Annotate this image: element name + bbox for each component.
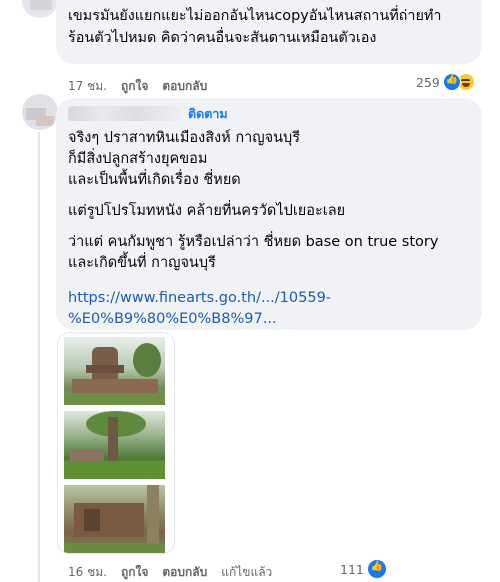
comment-bubble: ติดตาม จริงๆ ปราสาทหินเมืองสิงห์ กาญจนบุ… xyxy=(56,98,482,330)
comment-bubble: เขมรมันยังแยกแยะไม่ออกอันไหนcopyอันไหนสถ… xyxy=(56,0,482,64)
external-link[interactable]: https://www.finearts.go.th/.../10559- %E… xyxy=(68,288,470,330)
comment-text-line: ร้อนตัวไปหมด คิดว่าคนอื่นจะสันดานเหมือนต… xyxy=(68,30,377,46)
reaction-count: 111 xyxy=(340,561,364,577)
like-button[interactable]: ถูกใจ xyxy=(121,77,148,96)
ruins-tree-photo[interactable] xyxy=(64,411,165,479)
link-text-line[interactable]: %E0%B9%80%E0%B8%97... xyxy=(68,309,470,330)
commenter-avatar[interactable] xyxy=(22,94,58,130)
comment-paragraph: จริงๆ ปราสาทหินเมืองสิงห์ กาญจนบุรี ก็มี… xyxy=(68,128,470,191)
follow-button[interactable]: ติดตาม xyxy=(188,104,228,124)
thread-line xyxy=(38,132,40,582)
comment-paragraph: ว่าแต่ คนกัมพูชา รู้หรือเปล่าว่า ชี่หยด … xyxy=(68,232,470,274)
commenter-name-blurred[interactable] xyxy=(68,106,180,121)
photo-attachment[interactable] xyxy=(57,332,175,554)
reaction-count: 259 xyxy=(416,74,440,90)
ruins-wall-photo[interactable] xyxy=(64,485,165,553)
like-icon xyxy=(367,560,386,578)
commenter-avatar[interactable] xyxy=(22,0,58,18)
comment-text-line: และเป็นพื้นที่เกิดเรื่อง ชี่หยด xyxy=(68,172,241,188)
like-icon xyxy=(442,73,461,91)
comment-timestamp[interactable]: 17 ชม. xyxy=(68,77,107,96)
reaction-summary[interactable]: 111 xyxy=(340,560,386,578)
comment-text-line: ก็มีสิ่งปลูกสร้างยุคขอม xyxy=(68,151,208,167)
reaction-summary[interactable]: 259 xyxy=(416,73,475,91)
comment-timestamp[interactable]: 16 ชม. xyxy=(68,563,107,582)
like-button[interactable]: ถูกใจ xyxy=(121,563,148,582)
comment-body: จริงๆ ปราสาทหินเมืองสิงห์ กาญจนบุรี ก็มี… xyxy=(68,128,470,274)
comment-paragraph: แต่รูปโปรโมทหนัง คล้ายที่นครวัดไปเยอะเลย xyxy=(68,201,470,222)
link-text-line[interactable]: https://www.finearts.go.th/.../10559- xyxy=(68,288,470,309)
comment-text-line: จริงๆ ปราสาทหินเมืองสิงห์ กาญจนบุรี xyxy=(68,130,300,146)
edited-label[interactable]: แก้ไขแล้ว xyxy=(221,563,272,582)
comment-text-line: และเกิดขึ้นที่ กาญจนบุรี xyxy=(68,255,216,271)
comment-actions: 17 ชม. ถูกใจ ตอบกลับ xyxy=(68,77,221,96)
comment-text-line: แต่รูปโปรโมทหนัง คล้ายที่นครวัดไปเยอะเลย xyxy=(68,203,346,219)
comment-text-line: เขมรมันยังแยกแยะไม่ออกอันไหนcopyอันไหนสถ… xyxy=(68,8,442,24)
comment-actions: 16 ชม. ถูกใจ ตอบกลับ แก้ไขแล้ว xyxy=(68,563,286,582)
comment-text-line: ว่าแต่ คนกัมพูชา รู้หรือเปล่าว่า ชี่หยด … xyxy=(68,234,439,250)
reply-button[interactable]: ตอบกลับ xyxy=(162,563,207,582)
temple-photo[interactable] xyxy=(64,337,165,405)
reply-button[interactable]: ตอบกลับ xyxy=(162,77,207,96)
